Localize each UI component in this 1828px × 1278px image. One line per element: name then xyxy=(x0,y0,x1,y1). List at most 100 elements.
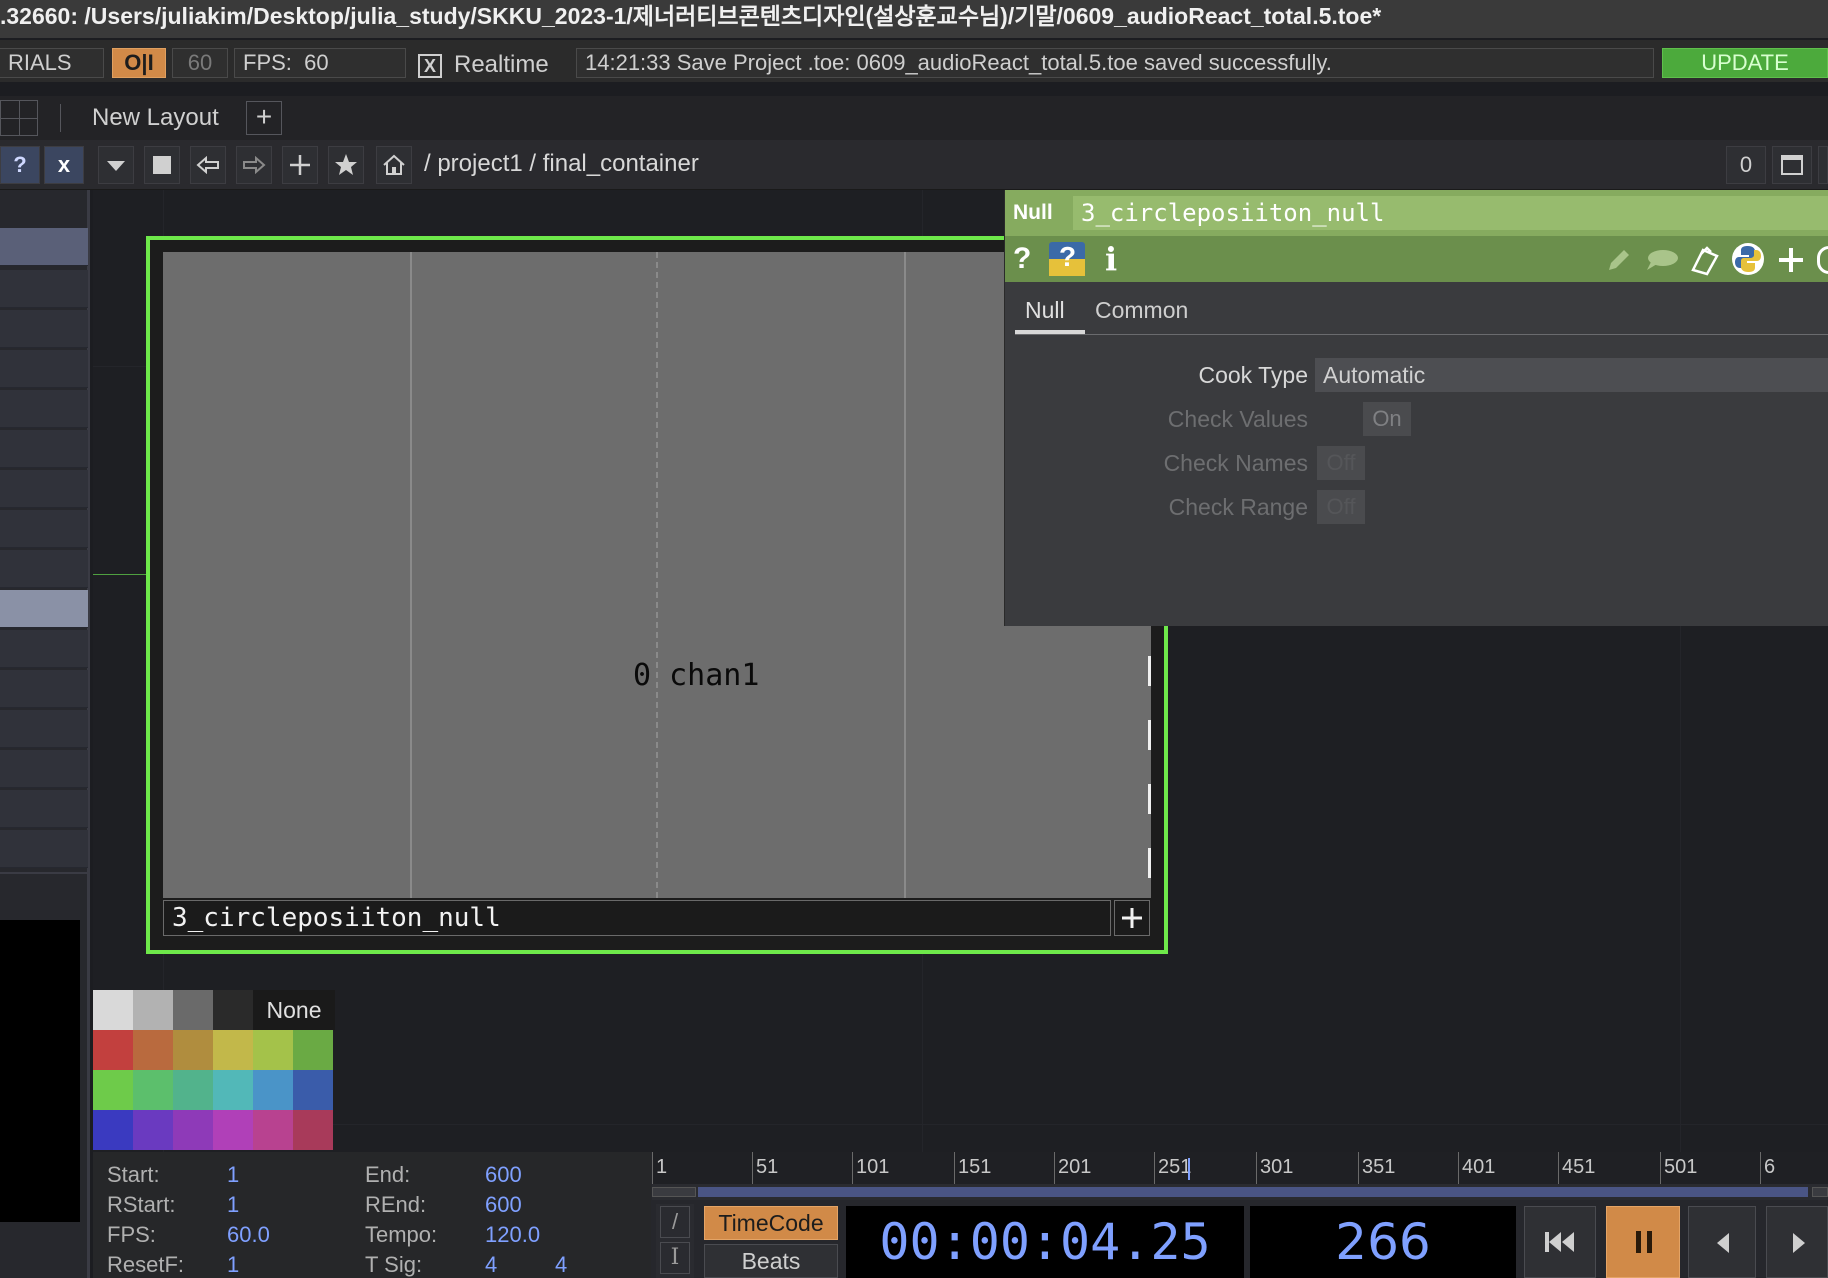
palette-item[interactable] xyxy=(0,750,88,788)
color-swatch[interactable] xyxy=(253,1110,293,1150)
tempo-value[interactable]: 120.0 xyxy=(485,1222,540,1248)
rstart-value[interactable]: 1 xyxy=(227,1192,239,1218)
help-button[interactable]: ? xyxy=(0,146,40,184)
pane-grid-icon[interactable] xyxy=(0,100,38,136)
close-pane-button[interactable]: x xyxy=(44,146,84,184)
rend-value[interactable]: 600 xyxy=(485,1192,522,1218)
color-swatch[interactable] xyxy=(293,1070,333,1110)
stop-button[interactable] xyxy=(144,146,180,184)
realtime-checkbox[interactable]: X xyxy=(418,54,442,78)
node-name-field[interactable]: 3_circleposiiton_null xyxy=(163,900,1111,936)
check-names-toggle[interactable]: Off xyxy=(1317,446,1365,480)
maximize-pane-button[interactable] xyxy=(1772,146,1812,184)
color-swatch[interactable] xyxy=(133,1110,173,1150)
color-swatch[interactable] xyxy=(93,1030,133,1070)
color-swatch[interactable] xyxy=(93,1110,133,1150)
color-swatch[interactable] xyxy=(93,1070,133,1110)
tab-common[interactable]: Common xyxy=(1095,294,1188,326)
check-values-toggle[interactable]: On xyxy=(1363,402,1411,436)
palette-item[interactable] xyxy=(0,270,88,308)
python-icon[interactable] xyxy=(1731,242,1765,276)
play-forward-button[interactable] xyxy=(1766,1206,1828,1278)
clipboard-icon[interactable] xyxy=(1689,244,1721,276)
palette-item[interactable] xyxy=(0,390,88,428)
color-swatch[interactable] xyxy=(253,1030,293,1070)
resetf-value[interactable]: 1 xyxy=(227,1252,239,1278)
oi-toggle-button[interactable]: O|I xyxy=(112,48,166,78)
bookmark-button[interactable] xyxy=(328,146,364,184)
palette-item[interactable] xyxy=(0,550,88,588)
palette-item[interactable] xyxy=(0,830,88,868)
chop-viewer[interactable]: 0 chan1 xyxy=(163,252,1151,898)
palette-item[interactable] xyxy=(0,228,88,266)
color-swatch[interactable] xyxy=(133,990,173,1030)
start-value[interactable]: 1 xyxy=(227,1162,239,1188)
tab-null[interactable]: Null xyxy=(1025,294,1065,326)
end-value[interactable]: 600 xyxy=(485,1162,522,1188)
network-path-breadcrumb[interactable]: / project1 / final_container xyxy=(424,148,699,180)
range-start-handle[interactable] xyxy=(652,1187,696,1197)
pencil-icon[interactable] xyxy=(1605,246,1633,274)
layout-tab-new-layout[interactable]: New Layout xyxy=(92,102,219,134)
color-swatch[interactable] xyxy=(293,1030,333,1070)
palette-item[interactable] xyxy=(0,350,88,388)
step-back-button[interactable] xyxy=(1688,1206,1756,1278)
python-help-icon[interactable]: ? xyxy=(1049,241,1085,276)
fps-cap-field[interactable]: 60 xyxy=(172,48,228,78)
timecode-display[interactable]: 00:00:04.25 xyxy=(846,1206,1244,1278)
update-button[interactable]: UPDATE xyxy=(1662,48,1828,78)
range-slider[interactable] xyxy=(652,1184,1828,1200)
plus-icon[interactable] xyxy=(1777,246,1805,274)
color-swatch[interactable] xyxy=(133,1070,173,1110)
palette-item[interactable] xyxy=(0,470,88,508)
tsig-numerator[interactable]: 4 xyxy=(485,1252,497,1278)
palette-item-selected[interactable] xyxy=(0,590,88,628)
color-swatch[interactable] xyxy=(293,1110,333,1150)
pause-button[interactable] xyxy=(1606,1206,1680,1278)
palette-item[interactable] xyxy=(0,670,88,708)
check-range-toggle[interactable]: Off xyxy=(1317,490,1365,524)
color-swatch[interactable] xyxy=(173,1030,213,1070)
cook-type-menu[interactable]: Automatic xyxy=(1315,358,1828,392)
palette-item[interactable] xyxy=(0,790,88,828)
help-icon[interactable]: ? xyxy=(1013,242,1031,276)
slash-tool-button[interactable]: / xyxy=(660,1206,690,1238)
palette-item[interactable] xyxy=(0,630,88,668)
palette-item[interactable] xyxy=(0,510,88,548)
beats-mode-button[interactable]: Beats xyxy=(704,1244,838,1278)
color-swatch[interactable] xyxy=(213,1070,253,1110)
palette-item[interactable] xyxy=(0,310,88,348)
tsig-denominator[interactable]: 4 xyxy=(555,1252,567,1278)
menu-dropdown-button[interactable] xyxy=(98,146,134,184)
color-swatch[interactable] xyxy=(213,990,253,1030)
op-name-field[interactable]: 3_circleposiiton_null xyxy=(1073,196,1828,230)
color-swatch[interactable] xyxy=(93,990,133,1030)
node-expand-button[interactable] xyxy=(1114,900,1150,936)
color-swatch[interactable] xyxy=(253,1070,293,1110)
timecode-mode-button[interactable]: TimeCode xyxy=(704,1206,838,1240)
palette-item[interactable] xyxy=(0,710,88,748)
add-layout-button[interactable]: + xyxy=(246,101,282,135)
color-none-option[interactable]: None xyxy=(253,990,335,1030)
color-swatch[interactable] xyxy=(173,1110,213,1150)
color-swatch[interactable] xyxy=(213,1110,253,1150)
color-swatch[interactable] xyxy=(213,1030,253,1070)
info-icon[interactable]: i xyxy=(1105,240,1117,278)
tutorials-button[interactable]: RIALS xyxy=(0,48,104,78)
cursor-tool-button[interactable]: I xyxy=(660,1242,690,1274)
back-button[interactable] xyxy=(190,146,226,184)
fps-value[interactable]: 60.0 xyxy=(227,1222,270,1248)
forward-button[interactable] xyxy=(236,146,272,184)
more-options-icon[interactable] xyxy=(1817,246,1828,274)
color-swatch[interactable] xyxy=(173,1070,213,1110)
palette-item[interactable] xyxy=(0,430,88,468)
range-end-handle[interactable] xyxy=(1812,1187,1828,1197)
frame-display[interactable]: 266 xyxy=(1250,1206,1516,1278)
rewind-to-start-button[interactable] xyxy=(1524,1206,1596,1278)
home-button[interactable] xyxy=(376,146,412,184)
color-swatch[interactable] xyxy=(173,990,213,1030)
comment-icon[interactable] xyxy=(1645,248,1679,272)
color-swatch[interactable] xyxy=(133,1030,173,1070)
add-operator-button[interactable] xyxy=(282,146,318,184)
playhead-marker[interactable] xyxy=(1188,1158,1190,1180)
